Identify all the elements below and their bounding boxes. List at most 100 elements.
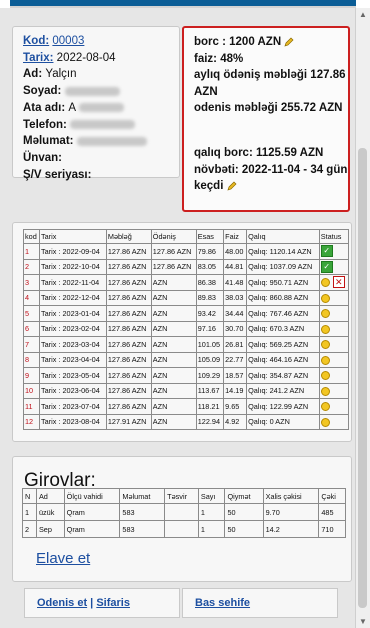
cell-tarix: Tarix : 2022-09-04 [38,243,107,260]
cell-tarix: Tarix : 2023-04-04 [38,351,107,368]
collateral-col-header: Təsvir [164,488,199,504]
novbeti-text: növbəti: 2022-11-04 - 34 gün [194,163,348,176]
pending-coin-icon[interactable] [320,371,330,381]
pending-coin-icon[interactable] [320,355,330,365]
cell-qaliq: Qalıq: 767.46 AZN [246,305,320,322]
collateral-cell: 50 [224,503,264,521]
borc-text: borc : 1200 AZN [194,36,282,48]
table-row: 4 Tarix : 2022-12-04 127.86 AZN AZN 89.83 38.… [23,289,350,306]
ata-redacted [79,103,125,113]
payment-order-card: Odenis et | Sifaris [24,588,180,618]
collateral-cell: 485 [318,503,346,521]
soyad-redacted [64,86,120,96]
table-row: 9 Tarix : 2023-05-04 127.86 AZN AZN 109.29 18… [23,367,350,384]
cell-status [318,398,350,415]
bas-sehife-link[interactable]: Bas sehife [195,597,250,609]
pending-coin-icon[interactable] [320,277,330,287]
pending-coin-icon[interactable] [320,340,330,350]
sifaris-link[interactable]: Sifaris [96,597,130,609]
scroll-up-icon[interactable]: ▲ [359,10,367,19]
col-header: Ödəniş [150,229,197,244]
cell-esas: 89.83 [195,289,225,306]
cell-kod: 12 [23,413,40,430]
cell-faiz: 26.81 [223,336,248,353]
cell-qaliq: Qalıq: 354.87 AZN [246,367,320,384]
cell-qaliq: Qalıq: 670.3 AZN [246,320,320,337]
cell-tarix: Tarix : 2023-03-04 [38,336,107,353]
cell-mebleg: 127.86 AZN [105,243,152,260]
cell-odenis: AZN [150,367,197,384]
pencil-icon[interactable] [284,37,294,47]
cell-mebleg: 127.86 AZN [105,382,152,399]
cell-qaliq: Qalıq: 1037.09 AZN [246,258,320,275]
cell-kod: 3 [23,274,40,291]
collateral-cell: Sep [35,520,65,538]
cell-odenis: AZN [150,274,197,291]
cell-odenis: AZN [150,351,197,368]
cell-faiz: 9.65 [223,398,248,415]
cell-mebleg: 127.86 AZN [105,351,152,368]
cell-odenis: AZN [150,320,197,337]
cell-mebleg: 127.86 AZN [105,274,152,291]
collateral-col-header: Çəki [318,488,346,504]
add-collateral-link[interactable]: Elave et [36,550,90,567]
ata-value: A [68,101,77,114]
cell-kod: 5 [23,305,40,322]
col-header: Esas [195,229,225,244]
soyad-label: Soyad: [23,85,62,98]
collateral-cell: 2 [22,520,37,538]
table-row: 1 Tarix : 2022-09-04 127.86 AZN 127.86 AZN 7… [23,243,350,260]
collateral-col-header: Qiymət [224,488,264,504]
telefon-label: Telefon: [23,118,67,131]
ad-label: Ad: [23,68,43,81]
tarix-label[interactable]: Tarix: [23,52,53,64]
pencil-icon[interactable] [227,181,237,191]
col-header: Faiz [223,229,248,244]
paid-check-icon: ✓ [320,260,333,273]
pending-coin-icon[interactable] [320,309,330,319]
cell-odenis: AZN [150,398,197,415]
installment-table-card: kod Tarix Məbləğ Ödəniş Esas Faiz Qalıq Status … [12,222,352,442]
cell-kod: 6 [23,320,40,337]
table-row: 2 Tarix : 2022-10-04 127.86 AZN 127.86 AZN 8… [23,258,350,275]
col-header: kod [23,229,40,244]
cell-status [318,305,350,322]
cell-mebleg: 127.86 AZN [105,320,152,337]
cell-faiz: 48.00 [223,243,248,260]
overdue-x-icon[interactable]: ✕ [332,276,345,289]
odenis-et-link[interactable]: Odenis et [37,597,87,609]
scrollbar-thumb[interactable] [358,148,367,608]
cell-status: ✓ [318,258,350,275]
scroll-down-icon[interactable]: ▼ [359,617,367,626]
collateral-cell: 14.2 [262,520,320,538]
melumat-redacted [76,136,147,146]
pending-coin-icon[interactable] [320,386,330,396]
cell-faiz: 44.81 [223,258,248,275]
cell-kod: 11 [23,398,40,415]
cell-tarix: Tarix : 2023-08-04 [38,413,107,430]
faiz-text: faiz: 48% [194,52,244,65]
table-row: 11 Tarix : 2023-07-04 127.86 AZN AZN 118.21 9… [23,398,350,415]
collateral-cell: 9.70 [262,503,320,521]
kod-value[interactable]: 00003 [52,35,84,47]
collateral-row: 2 Sep Qram 583 1 50 14.2 710 [22,520,346,538]
top-banner [10,0,356,8]
pending-coin-icon[interactable] [320,402,330,412]
cell-mebleg: 127.86 AZN [105,336,152,353]
cell-kod: 10 [23,382,40,399]
col-header: Status [318,229,350,244]
cell-status: ✕ [318,274,350,291]
cell-tarix: Tarix : 2023-05-04 [38,367,107,384]
cell-esas: 118.21 [195,398,225,415]
kod-label[interactable]: Kod: [23,35,49,47]
pending-coin-icon[interactable] [320,324,330,334]
sv-label: Ş/V seriyası: [23,168,92,181]
pending-coin-icon[interactable] [320,417,330,427]
cell-esas: 105.09 [195,351,225,368]
pending-coin-icon[interactable] [320,293,330,303]
odenis-text: odenis məbləği 255.72 AZN [194,102,343,115]
qaliq-borc-text: qalıq borc: 1125.59 AZN [194,146,324,159]
cell-faiz: 18.57 [223,367,248,384]
cell-mebleg: 127.86 AZN [105,398,152,415]
vertical-scrollbar[interactable]: ▲ ▼ [355,8,370,628]
